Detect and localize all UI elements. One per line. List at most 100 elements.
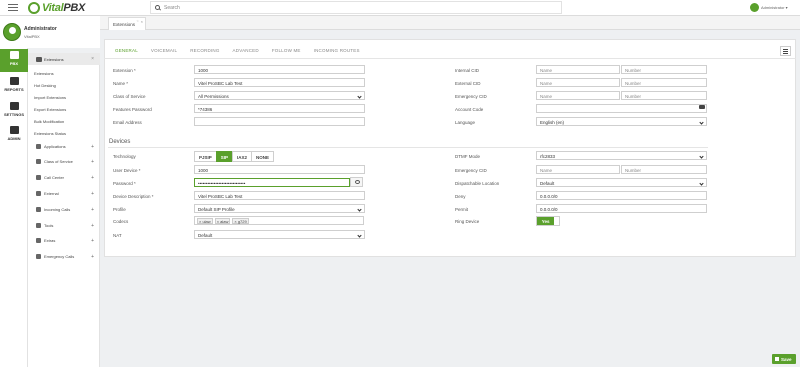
tab-incoming-routes[interactable]: INCOMING ROUTES (314, 48, 360, 53)
submenu-group-emergency-calls[interactable]: Emergency Calls + (36, 253, 94, 260)
extension-field[interactable]: 1000 (194, 65, 365, 74)
close-icon[interactable]: × (141, 19, 143, 24)
device-emergency-cid-name-field[interactable]: Name (536, 165, 620, 174)
tab-follow-me[interactable]: FOLLOW ME (272, 48, 301, 53)
account-code-label: Account Code (455, 107, 484, 112)
submenu-header-label: Extensions (44, 56, 64, 62)
submenu-link-export-extensions[interactable]: Export Extensions (34, 107, 66, 112)
applications-icon (36, 144, 41, 149)
permit-field[interactable]: 0.0.0.0/0 (536, 204, 707, 213)
collapse-icon[interactable]: × (91, 56, 94, 62)
extensions-icon (36, 56, 42, 62)
technology-option-sip[interactable]: SIP (215, 151, 234, 162)
device-description-label: Device Description * (113, 194, 154, 199)
device-description-field[interactable]: Vitel ProSBC Lab Test (194, 191, 365, 200)
nat-select[interactable]: Default (194, 230, 365, 239)
dtmf-mode-label: DTMF Mode (455, 154, 481, 159)
dispatchable-location-select[interactable]: Default (536, 178, 707, 187)
show-password-button[interactable] (350, 177, 363, 187)
search-placeholder: Search (164, 4, 180, 11)
tab-recording[interactable]: RECORDING (190, 48, 219, 53)
technology-option-none[interactable]: NONE (251, 151, 275, 162)
submenu-link-import-extensions[interactable]: Import Extensions (34, 95, 66, 100)
toggle-knob (554, 217, 559, 225)
external-cid-number-field[interactable]: Number (621, 78, 707, 87)
submenu-link-extensions[interactable]: Extensions (34, 71, 54, 76)
codec-chip[interactable]: × ulaw (197, 218, 213, 224)
codecs-field[interactable]: × ulaw × alaw × g729 (194, 216, 364, 225)
group-label: External (44, 191, 59, 196)
search-input[interactable]: Search (150, 1, 562, 14)
search-icon (155, 5, 160, 10)
form-tabs: GENERAL VOICEMAIL RECORDING ADVANCED FOL… (115, 48, 373, 53)
keyboard-icon[interactable] (699, 105, 705, 109)
codec-chip[interactable]: × alaw (214, 218, 231, 224)
account-code-field[interactable] (536, 104, 707, 113)
profile-select[interactable]: Default SIP Profile (194, 204, 365, 213)
group-label: Class of Service (44, 159, 73, 164)
ring-device-label: Ring Device (455, 219, 480, 224)
list-view-button[interactable] (780, 46, 791, 56)
name-field[interactable]: Vitel ProSBC Lab Test (194, 78, 365, 87)
submenu-link-bulk-modification[interactable]: Bulk Modification (34, 119, 64, 124)
admin-icon (9, 126, 19, 134)
logo[interactable]: VitalPBX (28, 1, 85, 15)
dispatchable-location-label: Dispatchable Location (455, 181, 500, 186)
tab-general[interactable]: GENERAL (115, 48, 138, 53)
save-button[interactable]: Save (772, 354, 796, 364)
technology-option-pjsip[interactable]: PJSIP (194, 151, 217, 162)
expand-icon: + (91, 143, 94, 150)
codec-chip[interactable]: × g729 (232, 218, 249, 224)
internal-cid-label: Internal CID (455, 68, 480, 73)
group-label: Extras (44, 238, 56, 243)
emergency-cid-number-field[interactable]: Number (621, 91, 707, 100)
tab-extensions[interactable]: Extensions ☆ × (108, 17, 146, 30)
extras-icon (36, 238, 41, 243)
internal-cid-name-field[interactable]: Name (536, 65, 620, 74)
rail-item-reports[interactable]: REPORTS (0, 75, 28, 98)
external-cid-name-field[interactable]: Name (536, 78, 620, 87)
deny-label: Deny (455, 194, 466, 199)
email-label: Email Address (113, 120, 142, 125)
hamburger-icon[interactable] (8, 4, 18, 12)
submenu-group-class-of-service[interactable]: Class of Service + (36, 159, 94, 165)
rail-label: ADMIN (7, 136, 21, 141)
pin-icon[interactable]: ☆ (136, 19, 139, 23)
submenu-group-external[interactable]: External + (36, 191, 94, 197)
password-field[interactable]: •••••••••••••••••••••••••••••• (194, 178, 350, 187)
dtmf-mode-select[interactable]: rfc2833 (536, 151, 707, 160)
email-field[interactable] (194, 117, 365, 126)
rail-item-settings[interactable]: SETTINGS (0, 100, 28, 123)
rail-item-admin[interactable]: ADMIN (0, 124, 28, 147)
ring-device-toggle[interactable]: Yes (536, 216, 560, 226)
rail-item-pbx[interactable]: PBX (0, 49, 28, 72)
technology-option-iax2[interactable]: IAX2 (232, 151, 253, 162)
emergency-cid-name-field[interactable]: Name (536, 91, 620, 100)
home-icon (9, 51, 19, 59)
tab-label: Extensions (113, 22, 136, 27)
submenu-group-call-center[interactable]: Call Center + (36, 175, 94, 181)
user-device-field[interactable]: 1000 (194, 165, 365, 174)
submenu-link-hot-desking[interactable]: Hot Desking (34, 83, 56, 88)
submenu-link-extensions-status[interactable]: Extensions Status (34, 131, 66, 136)
submenu-group-extras[interactable]: Extras + (36, 238, 94, 244)
class-of-service-select[interactable]: All Permissions (194, 91, 365, 100)
deny-field[interactable]: 0.0.0.0/0 (536, 191, 707, 200)
tab-voicemail[interactable]: VOICEMAIL (151, 48, 177, 53)
expand-icon: + (91, 253, 94, 260)
submenu-group-applications[interactable]: Applications + (36, 143, 94, 150)
internal-cid-number-field[interactable]: Number (621, 65, 707, 74)
device-emergency-cid-number-field[interactable]: Number (621, 165, 707, 174)
features-password-field[interactable]: *74386 (194, 104, 365, 113)
password-label: Password * (113, 181, 136, 186)
tab-advanced[interactable]: ADVANCED (233, 48, 259, 53)
submenu-header-extensions[interactable]: Extensions × (28, 53, 100, 65)
tab-strip: Extensions ☆ × (100, 16, 800, 30)
features-password-label: Features Password (113, 107, 152, 112)
submenu-group-tools[interactable]: Tools + (36, 223, 94, 229)
language-select[interactable]: English (en) (536, 117, 707, 126)
user-menu[interactable]: Administrator ▾ (750, 3, 788, 12)
submenu-group-incoming-calls[interactable]: Incoming Calls + (36, 207, 94, 213)
call-center-icon (36, 175, 41, 180)
submenu: Extensions × Extensions Hot Desking Impo… (28, 53, 100, 367)
